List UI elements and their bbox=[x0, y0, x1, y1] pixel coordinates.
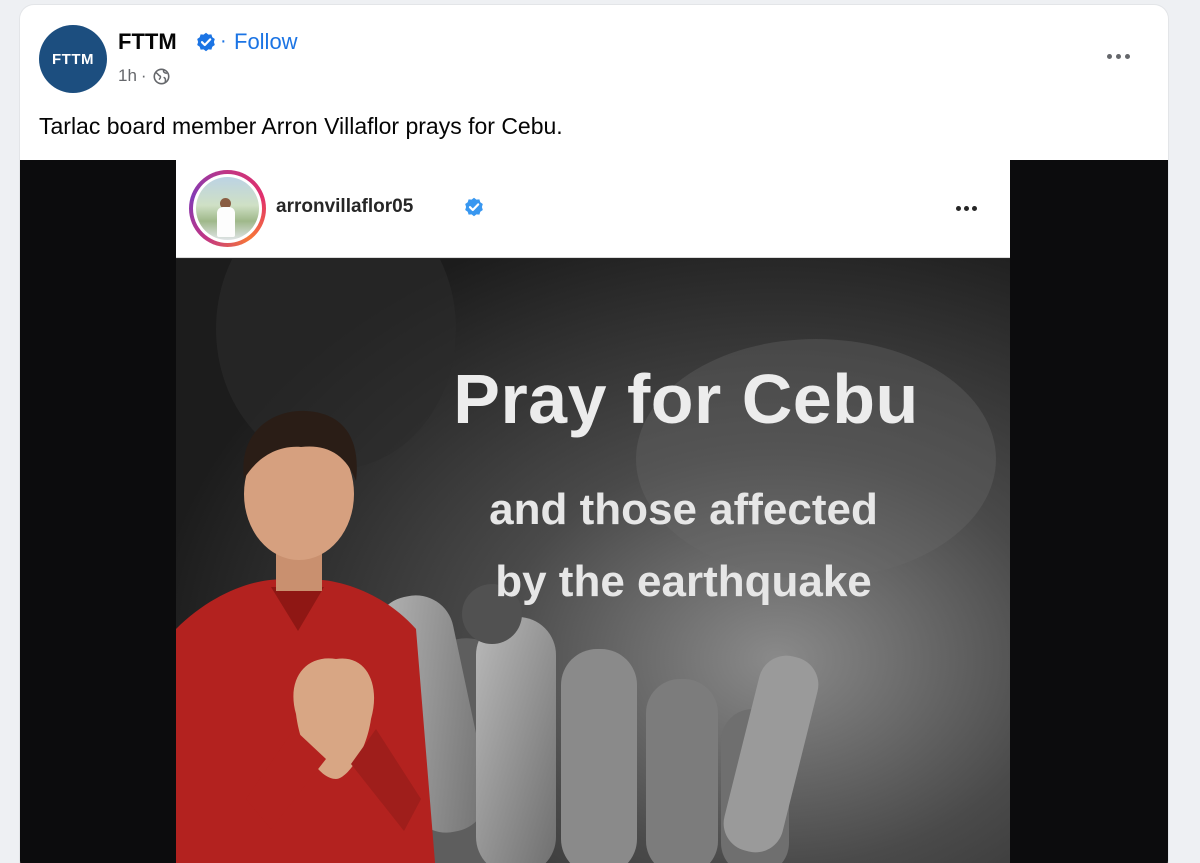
meta-separator: · bbox=[140, 66, 147, 85]
instagram-username[interactable]: arronvillaflor05 bbox=[276, 196, 413, 218]
follow-button[interactable]: Follow bbox=[234, 29, 298, 55]
graphic-subline-1: and those affected bbox=[489, 485, 878, 534]
story-ring[interactable] bbox=[189, 170, 266, 247]
page-avatar[interactable]: FTTM bbox=[39, 25, 107, 93]
post-timestamp[interactable]: 1h bbox=[118, 66, 137, 86]
page-name-link[interactable]: FTTM bbox=[118, 29, 177, 55]
pray-for-cebu-graphic: Pray for Cebu and those affected by the … bbox=[176, 189, 1010, 863]
facebook-post-card: FTTM FTTM · Follow 1h · Tarlac board mem… bbox=[20, 5, 1168, 863]
instagram-avatar bbox=[196, 177, 259, 240]
post-caption: Tarlac board member Arron Villaflor pray… bbox=[39, 113, 563, 139]
post-meta: 1h · bbox=[118, 66, 170, 86]
more-options-icon bbox=[1106, 53, 1112, 59]
post-more-options-button[interactable] bbox=[1098, 43, 1138, 69]
more-options-icon bbox=[955, 205, 961, 211]
avatar-text: FTTM bbox=[52, 50, 94, 68]
globe-icon[interactable] bbox=[153, 67, 170, 85]
graphic-subline-2: by the earthquake bbox=[495, 557, 872, 606]
instagram-more-options-button[interactable] bbox=[946, 198, 986, 218]
graphic-headline: Pray for Cebu bbox=[453, 360, 919, 438]
graphic-subline: and those affected by the earthquake bbox=[416, 474, 951, 618]
verified-badge-icon bbox=[465, 197, 483, 217]
instagram-header: arronvillaflor05 bbox=[176, 160, 1010, 258]
post-media[interactable]: arronvillaflor05 Pray for Cebu and those… bbox=[20, 160, 1168, 863]
verified-badge-icon bbox=[197, 32, 215, 52]
title-separator: · bbox=[220, 30, 227, 52]
instagram-screenshot: arronvillaflor05 Pray for Cebu and those… bbox=[176, 160, 1010, 863]
